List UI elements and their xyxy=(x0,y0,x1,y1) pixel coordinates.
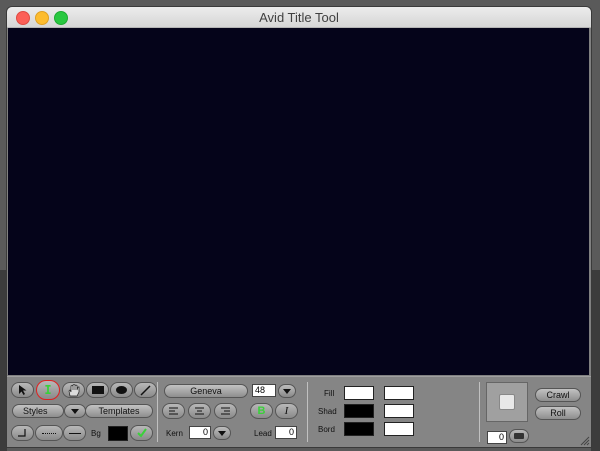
templates-button[interactable]: Templates xyxy=(85,404,153,418)
rectangle-tool-button[interactable] xyxy=(86,382,109,398)
selection-tool-button[interactable] xyxy=(11,382,34,398)
bord-label: Bord xyxy=(318,425,335,434)
line-icon xyxy=(140,384,151,396)
shadow-color-swatch[interactable] xyxy=(344,404,374,418)
fill-transparency-swatch[interactable] xyxy=(384,386,414,400)
chevron-down-icon xyxy=(218,430,226,436)
divider xyxy=(157,382,158,442)
text-tool-button[interactable]: I xyxy=(36,380,60,400)
line-tool-button[interactable] xyxy=(134,382,157,398)
preview-value-field[interactable]: 0 xyxy=(487,431,507,444)
align-center-button[interactable] xyxy=(188,403,211,419)
window-title: Avid Title Tool xyxy=(259,10,339,25)
align-center-icon xyxy=(195,407,204,415)
shadow-transparency-swatch[interactable] xyxy=(384,404,414,418)
align-left-icon xyxy=(169,407,178,415)
preview-toggle-button[interactable] xyxy=(509,429,529,443)
fill-color-swatch[interactable] xyxy=(344,386,374,400)
bg-label: Bg xyxy=(91,429,101,438)
fill-label: Fill xyxy=(324,389,335,398)
bold-icon: B xyxy=(257,405,266,417)
background-app xyxy=(0,270,7,451)
bold-button[interactable]: B xyxy=(250,403,273,419)
title-tool-window: Avid Title Tool I Styles Templates Bg Ge… xyxy=(7,7,591,447)
divider xyxy=(307,382,308,442)
italic-icon: I xyxy=(284,405,289,417)
hand-icon xyxy=(68,383,79,396)
card-icon xyxy=(514,433,524,439)
line-dotted-button[interactable] xyxy=(35,425,63,441)
line-solid-button[interactable] xyxy=(63,425,86,441)
bg-toggle-button[interactable] xyxy=(130,425,153,441)
kern-field[interactable]: 0 xyxy=(189,426,211,439)
checkmark-icon xyxy=(136,428,147,438)
background-app-right xyxy=(591,270,600,451)
oval-icon xyxy=(116,386,127,394)
text-tool-icon: I xyxy=(44,383,52,397)
preview-square xyxy=(499,394,515,410)
align-right-icon xyxy=(221,407,230,415)
solid-line-icon xyxy=(68,432,81,434)
title-toolbar: I Styles Templates Bg Geneva 48 B I Kern… xyxy=(7,376,591,447)
kern-label: Kern xyxy=(166,429,183,438)
styles-button[interactable]: Styles xyxy=(12,404,64,418)
color-preview-box[interactable] xyxy=(486,382,528,422)
font-size-dropdown[interactable] xyxy=(278,384,296,398)
title-canvas[interactable] xyxy=(8,28,589,375)
font-size-field[interactable]: 48 xyxy=(252,384,276,397)
roll-button[interactable]: Roll xyxy=(535,406,581,420)
lead-label: Lead xyxy=(254,429,272,438)
oval-tool-button[interactable] xyxy=(110,382,133,398)
corner-line-icon xyxy=(18,429,26,437)
divider xyxy=(479,382,480,442)
hand-tool-button[interactable] xyxy=(62,382,85,398)
title-bar: Avid Title Tool xyxy=(7,7,591,28)
border-transparency-swatch[interactable] xyxy=(384,422,414,436)
kern-dropdown[interactable] xyxy=(213,426,231,440)
line-corner-button[interactable] xyxy=(11,425,34,441)
align-left-button[interactable] xyxy=(162,403,185,419)
chevron-down-icon xyxy=(71,408,79,414)
bg-color-swatch[interactable] xyxy=(108,426,128,441)
border-color-swatch[interactable] xyxy=(344,422,374,436)
dotted-line-icon xyxy=(42,432,56,434)
chevron-down-icon xyxy=(283,388,291,394)
lead-field[interactable]: 0 xyxy=(275,426,297,439)
rectangle-icon xyxy=(91,386,104,394)
align-right-button[interactable] xyxy=(214,403,237,419)
crawl-button[interactable]: Crawl xyxy=(535,388,581,402)
font-name-button[interactable]: Geneva xyxy=(164,384,248,398)
styles-dropdown[interactable] xyxy=(64,404,86,418)
italic-button[interactable]: I xyxy=(275,403,298,419)
arrow-pointer-icon xyxy=(18,385,26,395)
shad-label: Shad xyxy=(318,407,337,416)
resize-grip-icon[interactable] xyxy=(579,435,590,446)
